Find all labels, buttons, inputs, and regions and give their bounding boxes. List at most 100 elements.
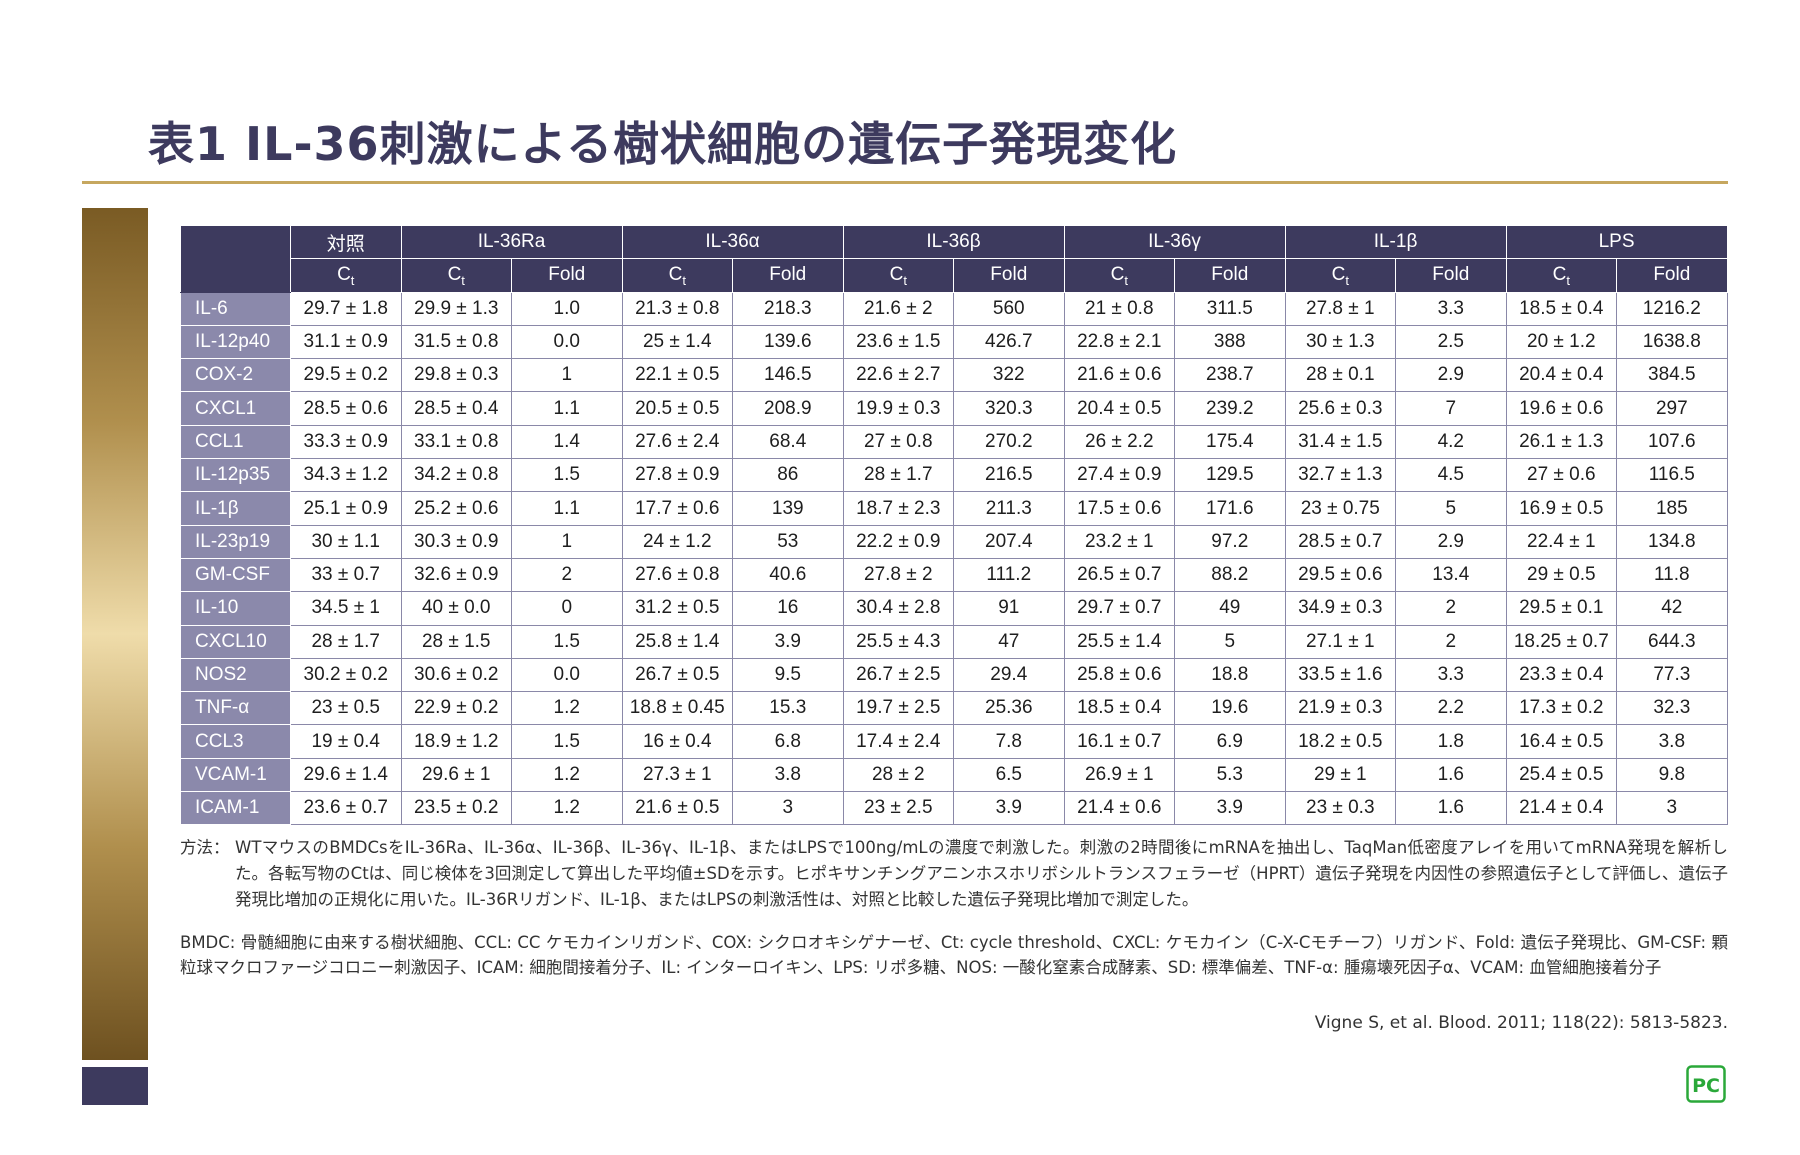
table-cell: 28 ± 1.7 [290, 624, 402, 659]
table-cell: 25.2 ± 0.6 [400, 491, 512, 526]
table-cell: 27 ± 0.6 [1505, 458, 1618, 493]
column-subheader: Ct [621, 258, 734, 293]
row-gene-label: CCL1 [180, 424, 291, 460]
table-cell: 2.9 [1395, 524, 1507, 559]
title-divider [82, 181, 1728, 184]
table-cell: 25.8 ± 0.6 [1063, 657, 1176, 693]
table-cell: 34.5 ± 1 [290, 591, 402, 626]
table-cell: 15.3 [732, 691, 844, 726]
table-cell: 32.3 [1616, 691, 1728, 726]
table-cell: 23.6 ± 1.5 [842, 324, 955, 360]
table-cell: 5.3 [1174, 757, 1286, 793]
table-cell: 18.8 ± 0.45 [621, 691, 734, 726]
table-cell: 175.4 [1174, 424, 1286, 460]
table-cell: 88.2 [1174, 557, 1286, 593]
table-cell: 16.9 ± 0.5 [1505, 491, 1618, 526]
table-cell: 2 [1395, 624, 1507, 659]
table-cell: 29.9 ± 1.3 [400, 291, 512, 326]
table-cell: 28 ± 1.5 [400, 624, 512, 659]
table-cell: 33 ± 0.7 [290, 557, 402, 593]
table-cell: 27.8 ± 0.9 [621, 458, 734, 493]
column-subheader: Fold [511, 258, 623, 293]
table-cell: 19.9 ± 0.3 [842, 391, 955, 426]
table-cell: 129.5 [1174, 458, 1286, 493]
table-cell: 0.0 [511, 324, 623, 360]
table-cell: 1 [511, 358, 623, 393]
table-cell: 18.8 [1174, 657, 1286, 693]
table-cell: 16.4 ± 0.5 [1505, 724, 1618, 759]
table-cell: 20.5 ± 0.5 [621, 391, 734, 426]
table-cell: 17.3 ± 0.2 [1505, 691, 1618, 726]
group-header: IL-36β [842, 224, 1065, 260]
table-subheader-row: Ct Ct Fold Ct Fold Ct Fold Ct Fold Ct Fold Ct Fold [181, 258, 1728, 293]
row-gene-label: GM-CSF [180, 557, 291, 593]
table-cell: 31.4 ± 1.5 [1284, 424, 1397, 460]
table-cell: 21.4 ± 0.6 [1063, 791, 1176, 826]
table-cell: 18.25 ± 0.7 [1505, 624, 1618, 659]
table-cell: 9.8 [1616, 757, 1728, 793]
table-cell: 31.1 ± 0.9 [290, 324, 402, 360]
table-cell: 27.4 ± 0.9 [1063, 458, 1176, 493]
table-cell: 211.3 [953, 491, 1065, 526]
table-row: CXCL1 28.5 ± 0.6 28.5 ± 0.4 1.1 20.5 ± 0.5 20… [180, 391, 1728, 426]
table-row: COX-2 29.5 ± 0.2 29.8 ± 0.3 1 22.1 ± 0.5 146.… [180, 358, 1728, 393]
table-cell: 29.5 ± 0.6 [1284, 557, 1397, 593]
column-subheader: Ct [400, 258, 512, 293]
column-subheader: Ct [1505, 258, 1618, 293]
table-cell: 40 ± 0.0 [400, 591, 512, 626]
table-cell: 27.6 ± 0.8 [621, 557, 734, 593]
table-cell: 30.2 ± 0.2 [290, 657, 402, 693]
table-cell: 23 ± 0.3 [1284, 791, 1397, 826]
table-cell: 30.6 ± 0.2 [400, 657, 512, 693]
group-header: IL-36α [621, 224, 844, 260]
table-cell: 23.2 ± 1 [1063, 524, 1176, 559]
table-cell: 28 ± 0.1 [1284, 358, 1397, 393]
table-row: IL-10 34.5 ± 1 40 ± 0.0 0 31.2 ± 0.5 16 30.4 ±… [180, 591, 1728, 626]
methods-text: WTマウスのBMDCsをIL-36Ra、IL-36α、IL-36β、IL-36γ… [235, 838, 1728, 909]
table-cell: 7 [1395, 391, 1507, 426]
table-cell: 2.5 [1395, 324, 1507, 360]
table-cell: 3.9 [1174, 791, 1286, 826]
table-cell: 11.8 [1616, 557, 1728, 593]
table-cell: 28.5 ± 0.7 [1284, 524, 1397, 559]
table-cell: 25.5 ± 4.3 [842, 624, 955, 659]
table-cell: 3.8 [1616, 724, 1728, 759]
table-cell: 16.1 ± 0.7 [1063, 724, 1176, 759]
gene-expression-table: 対照 IL-36Ra IL-36α IL-36β IL-36γ IL-1β LP… [180, 224, 1728, 826]
table-cell: 27.1 ± 1 [1284, 624, 1397, 659]
table-row: GM-CSF 33 ± 0.7 32.6 ± 0.9 2 27.6 ± 0.8 40.6 2… [180, 557, 1728, 593]
publisher-logo: PC [1686, 1065, 1726, 1103]
table-cell: 77.3 [1616, 657, 1728, 693]
table-cell: 3.9 [953, 791, 1065, 826]
table-cell: 3.8 [732, 757, 844, 793]
table-cell: 18.2 ± 0.5 [1284, 724, 1397, 759]
table-cell: 26.5 ± 0.7 [1063, 557, 1176, 593]
table-cell: 34.2 ± 0.8 [400, 458, 512, 493]
table-cell: 1.2 [511, 757, 623, 793]
table-cell: 322 [953, 358, 1065, 393]
table-cell: 53 [732, 524, 844, 559]
table-cell: 22.6 ± 2.7 [842, 358, 955, 393]
row-gene-label: IL-6 [180, 291, 291, 326]
table-cell: 23.6 ± 0.7 [290, 791, 402, 826]
table-row: IL-1β 25.1 ± 0.9 25.2 ± 0.6 1.1 17.7 ± 0.6 13… [180, 491, 1728, 526]
table-cell: 1.5 [511, 458, 623, 493]
table-cell: 1.2 [511, 691, 623, 726]
column-subheader: Fold [1174, 258, 1286, 293]
table-cell: 116.5 [1616, 458, 1728, 493]
group-header: 対照 [290, 224, 402, 260]
table-cell: 19.6 [1174, 691, 1286, 726]
table-cell: 388 [1174, 324, 1286, 360]
table-cell: 22.2 ± 0.9 [842, 524, 955, 559]
column-subheader: Fold [1395, 258, 1507, 293]
table-cell: 4.5 [1395, 458, 1507, 493]
table-cell: 29.7 ± 0.7 [1063, 591, 1176, 626]
table-cell: 384.5 [1616, 358, 1728, 393]
table-cell: 218.3 [732, 291, 844, 326]
table-cell: 26.9 ± 1 [1063, 757, 1176, 793]
table-cell: 29.8 ± 0.3 [400, 358, 512, 393]
table-cell: 25.8 ± 1.4 [621, 624, 734, 659]
row-gene-label: CXCL10 [180, 624, 291, 659]
table-cell: 208.9 [732, 391, 844, 426]
column-subheader: Fold [1616, 258, 1728, 293]
